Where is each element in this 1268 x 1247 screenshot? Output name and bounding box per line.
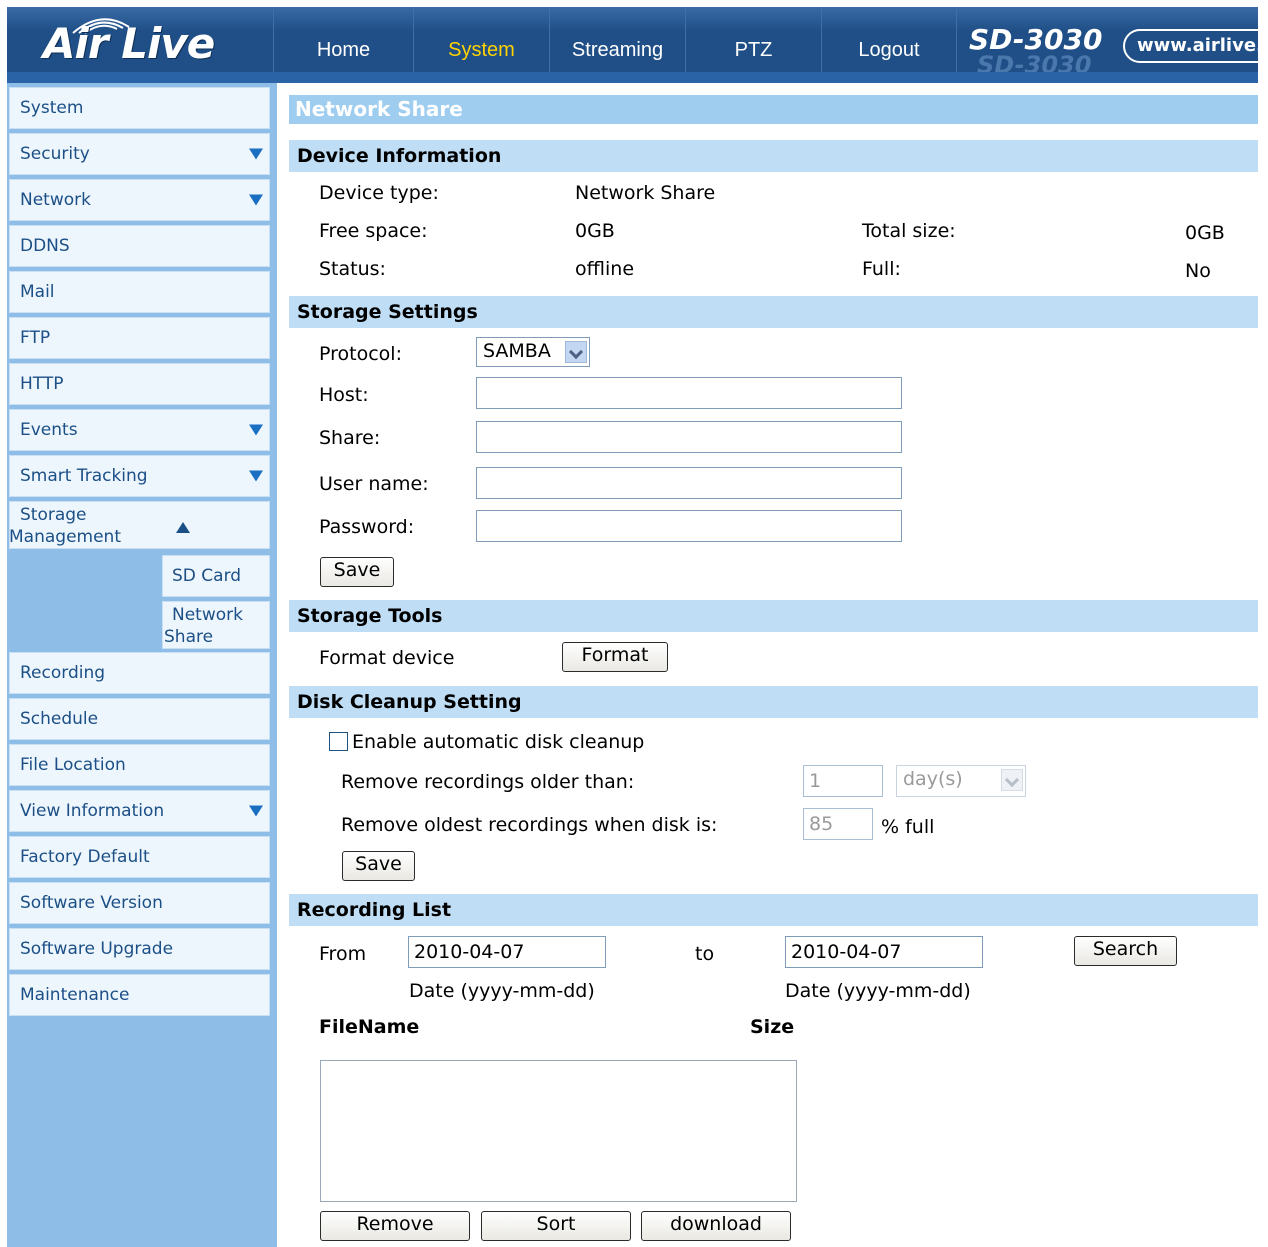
username-label: User name: (319, 473, 429, 495)
older-than-input[interactable]: 1 (803, 765, 883, 797)
sidebar-subitem-network-share[interactable]: Network Share (162, 601, 270, 649)
recording-file-list[interactable] (320, 1060, 797, 1202)
sidebar-item-software-upgrade[interactable]: Software Upgrade (9, 928, 270, 970)
total-size-value: 0GB (1185, 222, 1225, 244)
sidebar-item-ddns[interactable]: DDNS (9, 225, 270, 267)
search-button[interactable]: Search (1074, 936, 1177, 966)
section-storage-tools: Storage Tools (289, 600, 1258, 632)
section-disk-cleanup: Disk Cleanup Setting (289, 686, 1258, 718)
sidebar-item-ftp[interactable]: FTP (9, 317, 270, 359)
download-button[interactable]: download (641, 1211, 791, 1241)
expand-arrow-icon (249, 194, 263, 206)
oldest-label: Remove oldest recordings when disk is: (341, 814, 718, 836)
sidebar-item-events[interactable]: Events (9, 409, 270, 451)
sidebar-item-maintenance[interactable]: Maintenance (9, 974, 270, 1016)
password-input[interactable] (476, 510, 902, 542)
format-device-label: Format device (319, 647, 455, 669)
sidebar-item-http[interactable]: HTTP (9, 363, 270, 405)
nav-system[interactable]: System (413, 7, 549, 79)
status-value: offline (575, 258, 635, 280)
device-type-value: Network Share (575, 182, 716, 204)
sidebar-item-recording[interactable]: Recording (9, 652, 270, 694)
protocol-label: Protocol: (319, 343, 402, 365)
cleanup-save-button[interactable]: Save (342, 851, 415, 881)
sidebar-item-security[interactable]: Security (9, 133, 270, 175)
logo-text: Air Live (43, 19, 215, 68)
free-space-label: Free space: (319, 220, 428, 242)
sidebar-item-system[interactable]: System (9, 87, 270, 129)
header-divider (7, 72, 1258, 83)
sidebar-subitem-sd-card[interactable]: SD Card (162, 555, 270, 597)
full-label: Full: (862, 258, 901, 280)
collapse-arrow-icon (176, 522, 190, 533)
nav-ptz[interactable]: PTZ (685, 7, 821, 79)
free-space-value: 0GB (575, 220, 615, 242)
from-label: From (319, 943, 367, 965)
from-date-hint: Date (yyyy-mm-dd) (409, 980, 595, 1002)
password-label: Password: (319, 516, 415, 538)
nav-logout[interactable]: Logout (821, 7, 957, 79)
full-value: No (1185, 260, 1211, 282)
remove-button[interactable]: Remove (320, 1211, 470, 1241)
sidebar-item-file-location[interactable]: File Location (9, 744, 270, 786)
sidebar-item-software-version[interactable]: Software Version (9, 882, 270, 924)
nav-home[interactable]: Home (273, 7, 413, 79)
expand-arrow-icon (249, 424, 263, 436)
share-label: Share: (319, 427, 381, 449)
percent-full-label: % full (881, 816, 935, 838)
to-date-hint: Date (yyyy-mm-dd) (785, 980, 971, 1002)
username-input[interactable] (476, 467, 902, 499)
sidebar-item-mail[interactable]: Mail (9, 271, 270, 313)
status-label: Status: (319, 258, 386, 280)
chevron-down-icon (1001, 769, 1023, 791)
enable-cleanup-checkbox[interactable] (329, 732, 348, 751)
format-button[interactable]: Format (562, 642, 668, 672)
enable-cleanup-label: Enable automatic disk cleanup (352, 731, 645, 753)
section-storage-settings: Storage Settings (289, 296, 1258, 328)
model-name: SD-3030 (969, 23, 1103, 56)
page-title: Network Share (289, 95, 1258, 124)
device-type-label: Device type: (319, 182, 439, 204)
unit-select[interactable]: day(s) (896, 765, 1026, 797)
sidebar-item-factory-default[interactable]: Factory Default (9, 836, 270, 878)
protocol-select[interactable]: SAMBA (476, 337, 590, 367)
to-label: to (695, 943, 715, 965)
section-recording-list: Recording List (289, 894, 1258, 926)
share-input[interactable] (476, 421, 902, 453)
sidebar-item-view-information[interactable]: View Information (9, 790, 270, 832)
sidebar-item-schedule[interactable]: Schedule (9, 698, 270, 740)
host-label: Host: (319, 384, 369, 406)
storage-save-button[interactable]: Save (320, 557, 394, 587)
chevron-down-icon (565, 341, 587, 363)
sidebar-item-smart-tracking[interactable]: Smart Tracking (9, 455, 270, 497)
total-size-label: Total size: (862, 220, 956, 242)
from-date-input[interactable]: 2010-04-07 (408, 936, 606, 968)
sidebar-item-storage-management[interactable]: Storage Management (9, 501, 270, 549)
column-size: Size (750, 1016, 795, 1038)
sidebar-item-network[interactable]: Network (9, 179, 270, 221)
brand-url[interactable]: www.airlive.c (1123, 29, 1258, 63)
to-date-input[interactable]: 2010-04-07 (785, 936, 983, 968)
older-than-label: Remove recordings older than: (341, 771, 635, 793)
nav-streaming[interactable]: Streaming (549, 7, 685, 79)
sidebar: System Security Network DDNS Mail FTP HT… (7, 83, 277, 1247)
section-device-information: Device Information (289, 140, 1258, 172)
expand-arrow-icon (249, 148, 263, 160)
airlive-logo: Air Live (7, 7, 273, 79)
host-input[interactable] (476, 377, 902, 409)
oldest-percent-input[interactable]: 85 (803, 808, 873, 840)
sort-button[interactable]: Sort (481, 1211, 631, 1241)
expand-arrow-icon (249, 805, 263, 817)
column-filename: FileName (319, 1016, 420, 1038)
expand-arrow-icon (249, 470, 263, 482)
